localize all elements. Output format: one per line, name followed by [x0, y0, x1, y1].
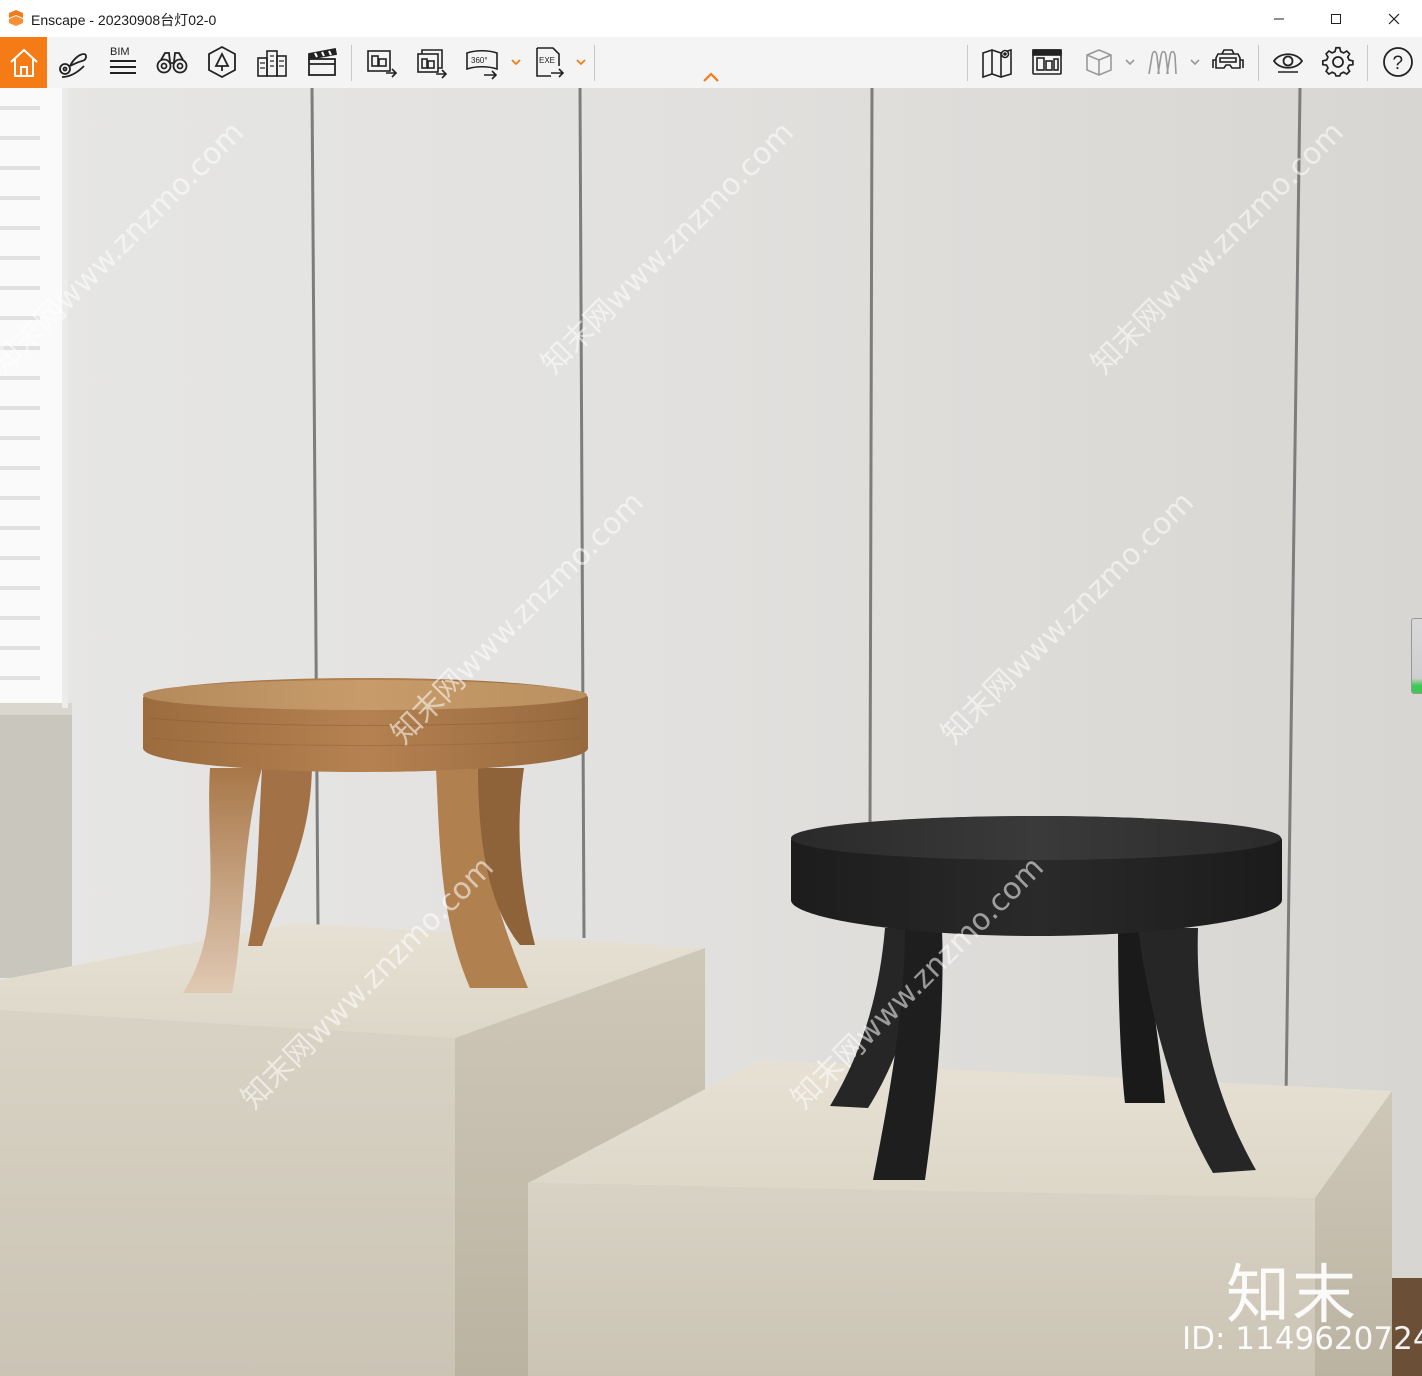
panorama-label: 360°: [471, 56, 488, 65]
maximize-button[interactable]: [1307, 0, 1365, 37]
assets-button[interactable]: [200, 40, 244, 84]
minimize-icon: [1274, 18, 1284, 19]
export-dropdown-chevron-down-icon[interactable]: [575, 56, 587, 68]
home-button[interactable]: [0, 37, 47, 88]
bim-label: BIM: [110, 46, 130, 58]
atlas-icon: [1032, 49, 1062, 75]
atlas-button[interactable]: [1025, 40, 1069, 84]
video-button[interactable]: [300, 40, 344, 84]
render-scene: [0, 88, 1422, 1376]
buildings-icon: [257, 50, 287, 77]
map-icon: [982, 48, 1012, 79]
exe-label: EXE: [539, 56, 555, 65]
watermark-id: ID: 1149620724: [1182, 1321, 1422, 1357]
window-title: Enscape - 20230908台灯02-0: [31, 12, 217, 28]
cube-icon: [1086, 49, 1112, 76]
batch-render-button[interactable]: [410, 40, 454, 84]
toolbar-separator: [967, 45, 968, 81]
title-bar: Enscape - 20230908台灯02-0: [0, 0, 1422, 37]
toolbar-separator: [594, 45, 595, 81]
cube-dropdown-chevron-down-icon[interactable]: [1124, 56, 1136, 68]
render-image-button[interactable]: [360, 40, 404, 84]
binoculars-button[interactable]: [150, 40, 194, 84]
toolbar-separator: [1258, 45, 1259, 81]
panorama-dropdown-chevron-down-icon[interactable]: [510, 56, 522, 68]
bim-icon: BIM: [110, 46, 136, 74]
enscape-logo-icon: [9, 10, 23, 26]
panorama-icon: 360°: [466, 49, 498, 80]
batch-render-icon: [417, 49, 448, 79]
help-icon: ?: [1383, 47, 1413, 77]
buildings-button[interactable]: [250, 40, 294, 84]
close-button[interactable]: [1365, 0, 1422, 37]
eye-icon: [1272, 53, 1304, 73]
map-pin-icon: [59, 53, 87, 78]
object-cube-button[interactable]: [1077, 40, 1121, 84]
views-button[interactable]: [50, 40, 94, 84]
render-image-icon: [367, 50, 398, 78]
panorama-button[interactable]: 360°: [460, 40, 504, 84]
material-dropdown-chevron-down-icon[interactable]: [1189, 56, 1201, 68]
map-button[interactable]: [975, 40, 1019, 84]
tree-icon: [208, 45, 236, 79]
clapperboard-icon: [308, 47, 338, 76]
material-button[interactable]: [1140, 40, 1184, 84]
bim-button[interactable]: BIM: [100, 40, 144, 84]
collapse-toolbar-chevron-up-icon[interactable]: [701, 71, 721, 83]
maximize-icon: [1331, 13, 1341, 24]
visibility-button[interactable]: [1266, 40, 1310, 84]
help-label: ?: [1393, 53, 1404, 74]
main-toolbar: BIM 360° EXE ?: [0, 37, 1422, 89]
toolbar-separator: [351, 45, 352, 81]
export-exe-button[interactable]: EXE: [527, 40, 571, 84]
render-viewport[interactable]: 知末网www.znzmo.com 知末网www.znzmo.com 知末网www…: [0, 88, 1422, 1376]
binoculars-icon: [156, 52, 188, 74]
minimize-button[interactable]: [1250, 0, 1308, 37]
help-button[interactable]: ?: [1376, 40, 1420, 84]
side-panel-handle[interactable]: [1411, 618, 1422, 694]
vr-button[interactable]: [1206, 40, 1250, 84]
vr-headset-icon: [1212, 49, 1244, 69]
toolbar-separator: [1367, 45, 1368, 81]
close-icon: [1388, 13, 1400, 24]
gear-icon: [1321, 46, 1354, 77]
settings-button[interactable]: [1316, 40, 1360, 84]
material-icon: [1148, 50, 1177, 75]
home-icon: [9, 48, 38, 77]
exe-export-icon: EXE: [536, 47, 565, 78]
